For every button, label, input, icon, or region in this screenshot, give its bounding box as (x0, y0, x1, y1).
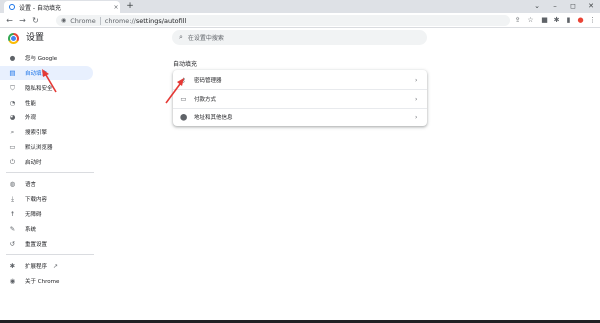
annotation-arrows (42, 69, 184, 104)
arrow-to-autofill (42, 69, 57, 93)
arrow-to-password-manager (165, 78, 184, 104)
